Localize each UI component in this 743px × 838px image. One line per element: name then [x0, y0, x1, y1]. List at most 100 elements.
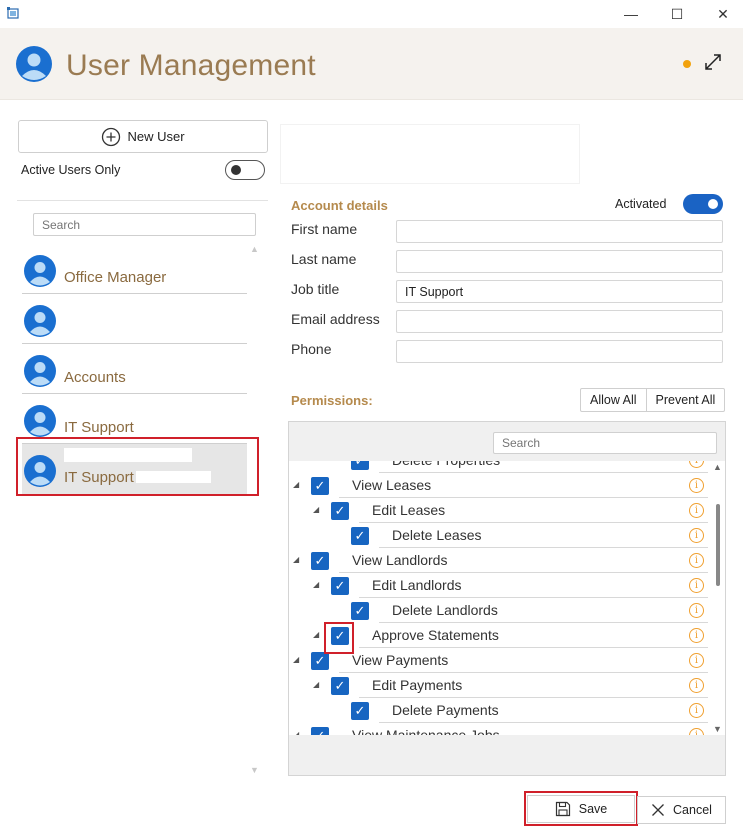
user-avatar-icon	[24, 405, 56, 437]
permission-row: ◢ ✓ View Maintenance Jobs i	[289, 723, 712, 735]
account-details-title: Account details	[291, 198, 388, 213]
permission-label: Edit Landlords	[372, 577, 462, 593]
tree-expander-icon[interactable]: ◢	[293, 480, 299, 489]
permissions-tree: ✓Delete Propertiesi◢✓View Leasesi◢✓Edit …	[289, 461, 712, 735]
tree-expander-icon[interactable]: ◢	[293, 655, 299, 664]
first-name-field[interactable]	[396, 220, 723, 243]
maximize-button[interactable]: ☐	[654, 0, 700, 28]
permission-checkbox[interactable]: ✓	[331, 577, 349, 595]
permission-checkbox[interactable]: ✓	[331, 502, 349, 520]
activated-toggle[interactable]	[683, 194, 723, 214]
permission-label: Edit Payments	[372, 677, 463, 693]
user-list-item[interactable]: Office Manager	[22, 244, 247, 294]
active-users-only-label: Active Users Only	[21, 163, 121, 177]
permission-checkbox[interactable]: ✓	[311, 477, 329, 495]
info-icon[interactable]: i	[689, 578, 704, 593]
expand-icon[interactable]	[703, 52, 723, 72]
info-icon[interactable]: i	[689, 653, 704, 668]
list-scroll-up-icon[interactable]: ▲	[250, 244, 259, 254]
info-icon[interactable]: i	[689, 553, 704, 568]
list-scroll-down-icon[interactable]: ▼	[250, 765, 259, 775]
permission-row: ◢ ✓ View Landlords i	[289, 548, 712, 573]
last-name-field[interactable]	[396, 250, 723, 273]
permission-checkbox[interactable]: ✓	[351, 702, 369, 720]
user-search-input[interactable]	[33, 213, 256, 236]
user-avatar-icon	[24, 305, 56, 337]
info-icon[interactable]: i	[689, 703, 704, 718]
permission-checkbox[interactable]: ✓	[311, 727, 329, 735]
info-icon[interactable]: i	[689, 503, 704, 518]
tree-expander-icon[interactable]: ◢	[313, 505, 319, 514]
permissions-title: Permissions:	[291, 393, 373, 408]
redacted-name	[64, 350, 160, 364]
approve-statements-highlight	[324, 622, 354, 654]
last-name-label: Last name	[291, 251, 357, 267]
scrollbar-thumb[interactable]	[716, 504, 720, 586]
permission-row: ◢ ✓ View Leases i	[289, 473, 712, 498]
user-role: IT Support	[64, 419, 134, 436]
save-button-highlight	[524, 791, 638, 826]
minimize-button[interactable]: —	[608, 0, 654, 28]
user-list-item[interactable]	[22, 294, 247, 344]
activated-label: Activated	[615, 197, 667, 211]
permission-label: Approve Statements	[372, 627, 499, 643]
permission-checkbox[interactable]: ✓	[331, 677, 349, 695]
job-title-label: Job title	[291, 281, 340, 297]
permission-label: Delete Payments	[392, 702, 499, 718]
close-button[interactable]: ✕	[700, 0, 743, 28]
permission-row: ◢ ✓ Edit Payments i	[289, 673, 712, 698]
user-avatar-icon	[24, 255, 56, 287]
allow-all-button[interactable]: Allow All	[581, 389, 646, 411]
permission-checkbox[interactable]: ✓	[311, 652, 329, 670]
permission-checkbox[interactable]: ✓	[311, 552, 329, 570]
user-role: Office Manager	[64, 269, 167, 286]
tree-expander-icon[interactable]: ◢	[313, 680, 319, 689]
permission-label: Edit Leases	[372, 502, 446, 518]
user-role: Accounts	[64, 369, 126, 386]
permission-label: View Payments	[352, 652, 449, 668]
permission-label: View Maintenance Jobs	[352, 727, 500, 735]
info-icon[interactable]: i	[689, 478, 704, 493]
tree-expander-icon[interactable]: ◢	[313, 580, 319, 589]
permissions-scrollbar[interactable]	[712, 461, 725, 735]
info-icon[interactable]: i	[689, 678, 704, 693]
info-icon[interactable]: i	[689, 628, 704, 643]
new-user-button[interactable]: New User	[18, 120, 268, 153]
email-field[interactable]	[396, 310, 723, 333]
permission-checkbox[interactable]: ✓	[351, 461, 369, 470]
info-icon[interactable]: i	[689, 728, 704, 735]
permission-checkbox[interactable]: ✓	[351, 602, 369, 620]
user-avatar-icon	[16, 46, 52, 82]
first-name-label: First name	[291, 221, 358, 237]
permission-checkbox[interactable]: ✓	[351, 527, 369, 545]
phone-label: Phone	[291, 341, 332, 357]
permission-row: ◢ ✓ Edit Leases i	[289, 498, 712, 523]
job-title-field[interactable]	[396, 280, 723, 303]
tree-expander-icon[interactable]: ◢	[293, 555, 299, 564]
permission-row: ✓ Delete Landlords i	[289, 598, 712, 623]
phone-field[interactable]	[396, 340, 723, 363]
allow-prevent-group: Allow All Prevent All	[580, 388, 726, 412]
permissions-search-input[interactable]	[493, 432, 717, 454]
selected-user-highlight	[16, 437, 259, 496]
permission-row: ✓ Delete Payments i	[289, 698, 712, 723]
permission-label: View Leases	[352, 477, 432, 493]
tree-expander-icon[interactable]: ◢	[293, 730, 299, 735]
active-users-only-toggle[interactable]	[225, 160, 265, 180]
cancel-button[interactable]: Cancel	[637, 796, 726, 824]
permission-row: ✓ Delete Properties i	[289, 461, 712, 473]
email-label: Email address	[291, 311, 380, 327]
scroll-down-icon[interactable]: ▼	[713, 724, 722, 734]
permission-label: Delete Properties	[392, 461, 500, 468]
prevent-all-button[interactable]: Prevent All	[645, 389, 725, 411]
user-avatar-icon	[24, 355, 56, 387]
add-circle-icon	[102, 127, 121, 146]
info-icon[interactable]: i	[689, 461, 704, 468]
info-icon[interactable]: i	[689, 528, 704, 543]
tree-expander-icon[interactable]: ◢	[313, 630, 319, 639]
scroll-up-icon[interactable]: ▲	[713, 462, 722, 472]
status-dot	[683, 60, 691, 68]
info-icon[interactable]: i	[689, 603, 704, 618]
close-icon	[652, 804, 664, 816]
user-list-item[interactable]: Accounts	[22, 344, 247, 394]
